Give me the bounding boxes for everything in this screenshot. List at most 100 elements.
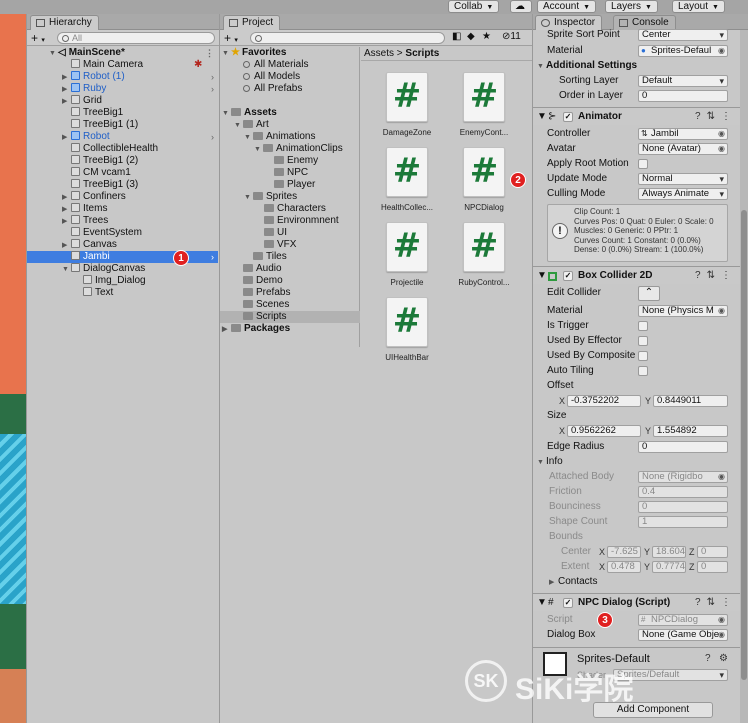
project-search-input[interactable]: [250, 32, 445, 44]
offset-x-input[interactable]: -0.3752202: [567, 395, 641, 407]
update-mode-dropdown[interactable]: Normal: [638, 173, 728, 185]
tree-tiles[interactable]: Tiles: [220, 251, 360, 263]
tree-scenes[interactable]: Scenes: [220, 299, 360, 311]
hierarchy-item-robot[interactable]: ▶ Robot ›: [27, 131, 218, 143]
tree-favorites[interactable]: ▼ ★ Favorites: [220, 47, 360, 59]
animator-enabled-checkbox[interactable]: ✓: [563, 112, 573, 122]
tree-animations[interactable]: ▼ Animations: [220, 131, 360, 143]
box-collider-enabled-checkbox[interactable]: ✓: [563, 271, 573, 281]
size-x-input[interactable]: 0.9562262: [567, 425, 641, 437]
culling-mode-dropdown[interactable]: Always Animate: [638, 188, 728, 200]
cloud-button[interactable]: ☁: [510, 0, 532, 13]
tree-npc[interactable]: NPC: [220, 167, 360, 179]
size-y-input[interactable]: 1.554892: [653, 425, 728, 437]
chevron-right-icon[interactable]: ›: [211, 83, 214, 95]
hierarchy-item-grid[interactable]: ▶ Grid: [27, 95, 218, 107]
asset-npcdialog[interactable]: # NPCDialog: [453, 147, 515, 212]
used-by-effector-checkbox[interactable]: [638, 336, 648, 346]
used-by-composite-checkbox[interactable]: [638, 351, 648, 361]
tree-all-materials[interactable]: All Materials: [220, 59, 360, 71]
breadcrumb-scripts[interactable]: Scripts: [405, 48, 439, 59]
help-icon[interactable]: ?: [705, 653, 711, 664]
chevron-right-icon[interactable]: ›: [211, 251, 214, 263]
tree-all-models[interactable]: All Models: [220, 71, 360, 83]
order-in-layer-input[interactable]: 0: [638, 90, 728, 102]
create-plus-button[interactable]: + ▾: [224, 31, 238, 45]
offset-y-input[interactable]: 0.8449011: [653, 395, 728, 407]
layout-button[interactable]: Layout ▼: [672, 0, 725, 13]
tree-assets[interactable]: ▼ Assets: [220, 107, 360, 119]
collider-material-field[interactable]: None (Physics M: [638, 305, 728, 317]
tree-vfx[interactable]: VFX: [220, 239, 360, 251]
more-menu-icon[interactable]: ⋮: [205, 47, 214, 59]
tree-prefabs[interactable]: Prefabs: [220, 287, 360, 299]
dialog-box-object-field[interactable]: None (Game Obje: [638, 629, 728, 641]
hierarchy-item-mainscene[interactable]: ▼ ◁ MainScene* ⋮: [27, 47, 218, 59]
settings-gear-icon[interactable]: ⚙: [719, 653, 728, 664]
tab-hierarchy[interactable]: Hierarchy: [30, 15, 99, 30]
asset-projectile[interactable]: # Projectile: [376, 222, 438, 287]
tree-animationclips[interactable]: ▼ AnimationClips: [220, 143, 360, 155]
tab-project[interactable]: Project: [223, 15, 281, 30]
tree-audio[interactable]: Audio: [220, 263, 360, 275]
search-by-type-icon[interactable]: ◧: [452, 31, 461, 42]
hidden-packages-button[interactable]: ⊘11: [502, 31, 521, 42]
inspector-scrollbar[interactable]: [740, 30, 748, 723]
row-additional-settings[interactable]: ▼ Additional Settings: [537, 59, 720, 73]
hierarchy-item-treebig1[interactable]: TreeBig1: [27, 107, 218, 119]
box-collider-header[interactable]: ▼ ✓ Box Collider 2D ?⇅⋮: [533, 266, 743, 284]
hierarchy-item-trees[interactable]: ▶ Trees: [27, 215, 218, 227]
row-contacts[interactable]: ▶ Contacts: [549, 575, 732, 589]
hierarchy-item-treebig1-1[interactable]: TreeBig1 (1): [27, 119, 218, 131]
tree-demo[interactable]: Demo: [220, 275, 360, 287]
tree-packages[interactable]: ▶ Packages: [220, 323, 360, 335]
tree-sprites[interactable]: ▼ Sprites: [220, 191, 360, 203]
tree-all-prefabs[interactable]: All Prefabs: [220, 83, 360, 95]
edit-collider-button[interactable]: ⌃: [638, 286, 660, 301]
hierarchy-item-jambi[interactable]: Jambi ›: [27, 251, 218, 263]
edge-radius-input[interactable]: 0: [638, 441, 728, 453]
hierarchy-item-collectiblehealth[interactable]: CollectibleHealth: [27, 143, 218, 155]
asset-enemycontroller[interactable]: # EnemyCont...: [453, 72, 515, 137]
hierarchy-item-dialogcanvas[interactable]: ▼ DialogCanvas: [27, 263, 218, 275]
hierarchy-item-ruby[interactable]: ▶ Ruby ›: [27, 83, 218, 95]
search-by-label-icon[interactable]: ◆: [467, 31, 475, 42]
sorting-layer-dropdown[interactable]: Default: [638, 75, 728, 87]
hierarchy-item-cm-vcam1[interactable]: CM vcam1: [27, 167, 218, 179]
sprite-sort-point-dropdown[interactable]: Center: [638, 29, 728, 41]
hierarchy-item-canvas[interactable]: ▶ Canvas: [27, 239, 218, 251]
asset-rubycontroller[interactable]: # RubyControl...: [453, 222, 515, 287]
controller-object-field[interactable]: ⇅ Jambil: [638, 128, 728, 140]
hierarchy-item-text[interactable]: Text: [27, 287, 218, 299]
avatar-object-field[interactable]: None (Avatar): [638, 143, 728, 155]
hierarchy-item-img-dialog[interactable]: Img_Dialog: [27, 275, 218, 287]
asset-damagezone[interactable]: # DamageZone: [376, 72, 438, 137]
tree-scripts[interactable]: Scripts: [220, 311, 360, 323]
hierarchy-item-confiners[interactable]: ▶ Confiners: [27, 191, 218, 203]
apply-root-motion-checkbox[interactable]: [638, 159, 648, 169]
tree-characters[interactable]: Characters: [220, 203, 360, 215]
hierarchy-item-treebig1-2[interactable]: TreeBig1 (2): [27, 155, 218, 167]
asset-uihealthbar[interactable]: # UIHealthBar: [376, 297, 438, 362]
component-header-icons[interactable]: ?⇅⋮: [695, 267, 737, 285]
create-plus-button[interactable]: + ▾: [31, 31, 45, 45]
hierarchy-item-eventsystem[interactable]: EventSystem: [27, 227, 218, 239]
hierarchy-item-robot-1[interactable]: ▶ Robot (1) ›: [27, 71, 218, 83]
npc-dialog-enabled-checkbox[interactable]: ✓: [563, 598, 573, 608]
auto-tiling-checkbox[interactable]: [638, 366, 648, 376]
row-info[interactable]: ▼ Info: [537, 455, 720, 469]
tree-environment[interactable]: Environmnent: [220, 215, 360, 227]
layers-button[interactable]: Layers ▼: [605, 0, 658, 13]
is-trigger-checkbox[interactable]: [638, 321, 648, 331]
hierarchy-search-input[interactable]: All: [57, 32, 215, 44]
collab-button[interactable]: Collab ▼: [448, 0, 500, 13]
hierarchy-item-main-camera[interactable]: Main Camera ✱: [27, 59, 218, 71]
breadcrumb-assets[interactable]: Assets: [364, 48, 394, 59]
favorite-icon[interactable]: ★: [482, 31, 491, 42]
tree-art[interactable]: ▼ Art: [220, 119, 360, 131]
npc-dialog-header[interactable]: ▼ # ✓ NPC Dialog (Script) ?⇅⋮: [533, 593, 743, 611]
animator-header[interactable]: ▼ ⊱ ✓ Animator ?⇅⋮: [533, 107, 743, 125]
scrollbar-thumb[interactable]: [741, 210, 747, 680]
component-header-icons[interactable]: ?⇅⋮: [695, 108, 737, 126]
hierarchy-item-items[interactable]: ▶ Items: [27, 203, 218, 215]
